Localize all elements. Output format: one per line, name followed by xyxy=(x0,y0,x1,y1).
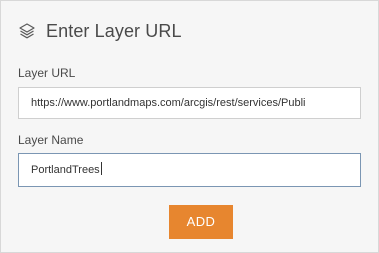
panel-header: Enter Layer URL xyxy=(18,19,182,43)
layer-url-input[interactable]: https://www.portlandmaps.com/arcgis/rest… xyxy=(18,87,361,119)
add-button[interactable]: ADD xyxy=(169,205,233,239)
enter-layer-url-panel: Enter Layer URL Layer URL https://www.po… xyxy=(0,0,379,253)
layers-icon xyxy=(18,22,36,40)
panel-title: Enter Layer URL xyxy=(46,20,182,41)
layer-url-value: https://www.portlandmaps.com/arcgis/rest… xyxy=(31,97,306,109)
layer-url-label: Layer URL xyxy=(18,66,76,80)
layer-name-value: PortlandTrees xyxy=(31,164,100,176)
layer-name-label: Layer Name xyxy=(18,133,84,147)
text-cursor xyxy=(100,162,102,175)
layer-name-input[interactable]: PortlandTrees xyxy=(18,153,361,187)
